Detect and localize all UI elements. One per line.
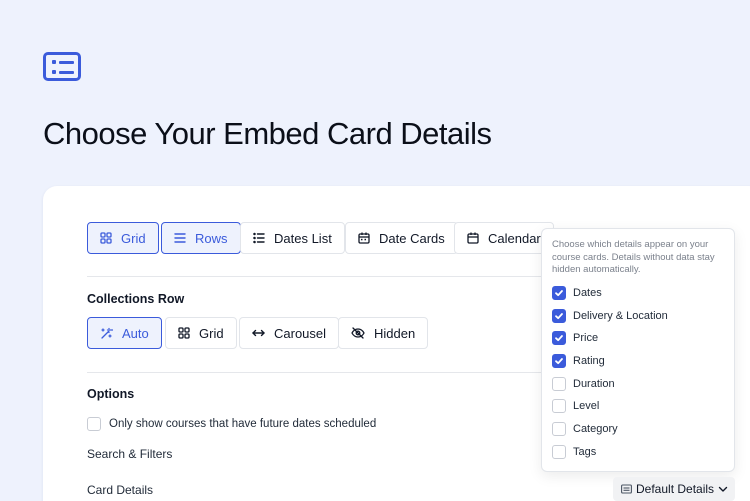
grid-icon <box>100 232 112 244</box>
layout-calendar-button[interactable]: Calendar <box>454 222 554 254</box>
detail-option-tags[interactable]: Tags <box>552 445 596 459</box>
collections-auto-label: Auto <box>122 325 149 341</box>
checkbox[interactable] <box>552 399 566 413</box>
detail-option-level[interactable]: Level <box>552 399 599 413</box>
detail-option-category[interactable]: Category <box>552 422 618 436</box>
collections-auto-button[interactable]: Auto <box>87 317 162 349</box>
rows-icon <box>174 233 186 243</box>
future-dates-option[interactable]: Only show courses that have future dates… <box>87 417 376 431</box>
detail-option-price[interactable]: Price <box>552 331 598 345</box>
options-label: Options <box>87 387 135 401</box>
collections-hidden-button[interactable]: Hidden <box>338 317 429 349</box>
card-details-popup: Choose which details appear on your cour… <box>541 228 735 472</box>
detail-option-label: Price <box>573 332 599 344</box>
arrows-horizontal-icon <box>252 329 265 337</box>
collections-carousel-button[interactable]: Carousel <box>239 317 340 349</box>
check-icon[interactable] <box>552 354 566 368</box>
layout-dates-list-label: Dates List <box>274 230 332 246</box>
calendar-grid-icon <box>358 232 370 244</box>
collections-grid-label: Grid <box>199 325 224 341</box>
detail-option-label: Duration <box>573 378 615 390</box>
divider <box>87 372 547 373</box>
collections-hidden-label: Hidden <box>374 325 416 341</box>
detail-option-label: Rating <box>573 355 605 367</box>
layout-calendar-label: Calendar <box>488 230 541 246</box>
checkbox[interactable] <box>552 422 566 436</box>
detail-option-rating[interactable]: Rating <box>552 354 605 368</box>
future-dates-checkbox[interactable] <box>87 417 101 431</box>
future-dates-label: Only show courses that have future dates… <box>109 418 377 430</box>
detail-option-duration[interactable]: Duration <box>552 377 615 391</box>
layout-date-cards-label: Date Cards <box>379 230 445 246</box>
checkbox[interactable] <box>552 377 566 391</box>
card-details-dropdown[interactable]: Default Details <box>613 477 735 501</box>
chevron-down-icon <box>718 486 728 492</box>
collections-grid-button[interactable]: Grid <box>165 317 237 349</box>
layout-grid-label: Grid <box>121 230 146 246</box>
magic-wand-icon <box>101 327 113 339</box>
layout-rows-label: Rows <box>195 230 228 246</box>
popup-help-text: Choose which details appear on your cour… <box>552 239 715 275</box>
card-details-label: Card Details <box>87 483 154 497</box>
card-details-dropdown-label: Default Details <box>636 482 715 496</box>
detail-option-label: Tags <box>573 446 597 458</box>
eye-off-icon <box>351 327 365 339</box>
list-card-icon <box>43 52 81 81</box>
detail-option-delivery-location[interactable]: Delivery & Location <box>552 309 668 323</box>
check-icon[interactable] <box>552 309 566 323</box>
collections-carousel-label: Carousel <box>274 325 327 341</box>
check-icon[interactable] <box>552 331 566 345</box>
search-filters-label: Search & Filters <box>87 447 173 461</box>
layout-date-cards-button[interactable]: Date Cards <box>345 222 458 254</box>
detail-option-label: Dates <box>573 287 602 299</box>
card-icon <box>621 484 632 494</box>
detail-option-dates[interactable]: Dates <box>552 286 602 300</box>
detail-option-label: Category <box>573 423 618 435</box>
layout-rows-button[interactable]: Rows <box>161 222 241 254</box>
collections-row-label: Collections Row <box>87 292 185 306</box>
divider <box>87 276 547 277</box>
layout-dates-list-button[interactable]: Dates List <box>240 222 345 254</box>
layout-grid-button[interactable]: Grid <box>87 222 159 254</box>
check-icon[interactable] <box>552 286 566 300</box>
page-title: Choose Your Embed Card Details <box>43 116 492 151</box>
grid-icon <box>178 327 190 339</box>
detail-option-label: Level <box>573 400 600 412</box>
list-icon <box>253 232 265 244</box>
calendar-icon <box>467 232 479 244</box>
checkbox[interactable] <box>552 445 566 459</box>
detail-option-label: Delivery & Location <box>573 310 668 322</box>
